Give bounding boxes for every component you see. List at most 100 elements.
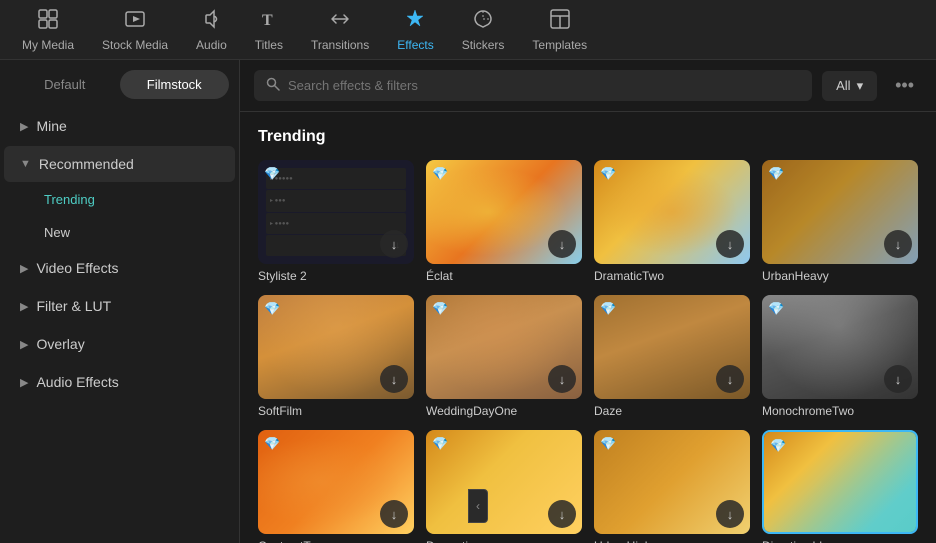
nav-audio-label: Audio xyxy=(196,38,227,52)
nav-stickers[interactable]: Stickers xyxy=(448,0,519,60)
sidebar-sub-trending[interactable]: Trending xyxy=(4,184,235,215)
effect-card-softfilm[interactable]: 💎 ↓ SoftFilm xyxy=(258,295,414,418)
effect-name-contrasttwo: ContrastTwo xyxy=(258,539,414,543)
audio-effects-arrow-icon xyxy=(20,376,28,389)
download-button-styliste2[interactable]: ↓ xyxy=(380,230,408,258)
effect-thumb-urbanhigh: 💎 ↓ xyxy=(594,430,750,534)
sidebar-item-filter-lut-label: Filter & LUT xyxy=(36,298,111,314)
download-button-daze[interactable]: ↓ xyxy=(716,365,744,393)
premium-icon: 💎 xyxy=(768,166,784,182)
effects-grid: ▸ ●●●●● ▸ ●●● ▸ ●●●● ↓ 💎 ↓ Styliste 2 xyxy=(258,160,918,543)
audio-icon xyxy=(200,8,222,34)
effect-card-daze[interactable]: 💎 ↓ Daze xyxy=(594,295,750,418)
nav-transitions[interactable]: Transitions xyxy=(297,0,383,60)
overlay-arrow-icon xyxy=(20,338,28,351)
nav-my-media-label: My Media xyxy=(22,38,74,52)
effect-name-dramatictwo: DramaticTwo xyxy=(594,269,750,283)
sidebar-item-audio-effects[interactable]: Audio Effects xyxy=(4,364,235,400)
filter-lut-arrow-icon xyxy=(20,300,28,313)
download-button-monochromedtwo[interactable]: ↓ xyxy=(884,365,912,393)
premium-icon: 💎 xyxy=(264,436,280,452)
effect-card-eclat[interactable]: 💎 ↓ Éclat xyxy=(426,160,582,283)
sidebar-collapse-button[interactable]: ‹ xyxy=(468,489,488,523)
effect-thumb-directionblur: 💎 xyxy=(762,430,918,534)
nav-effects-label: Effects xyxy=(397,38,433,52)
sidebar-item-video-effects-label: Video Effects xyxy=(36,260,118,276)
effect-card-urbanhigh[interactable]: 💎 ↓ UrbanHigh xyxy=(594,430,750,543)
sidebar-item-video-effects[interactable]: Video Effects xyxy=(4,250,235,286)
content-toolbar: All ▾ ••• xyxy=(240,60,936,112)
sidebar-item-audio-effects-label: Audio Effects xyxy=(36,374,118,390)
section-title: Trending xyxy=(258,128,918,146)
download-button-contrasttwo[interactable]: ↓ xyxy=(380,500,408,528)
effect-name-urbanheavy: UrbanHeavy xyxy=(762,269,918,283)
effect-card-monochromedtwo[interactable]: 💎 ↓ MonochromeTwo xyxy=(762,295,918,418)
filter-label: All xyxy=(836,78,850,93)
nav-titles[interactable]: T Titles xyxy=(241,0,297,60)
tab-default[interactable]: Default xyxy=(10,70,120,99)
effect-card-urbanheavy[interactable]: 💎 ↓ UrbanHeavy xyxy=(762,160,918,283)
more-options-button[interactable]: ••• xyxy=(887,71,922,100)
effect-name-weddingdayone: WeddingDayOne xyxy=(426,404,582,418)
stock-media-icon xyxy=(124,8,146,34)
effect-name-softfilm: SoftFilm xyxy=(258,404,414,418)
nav-transitions-label: Transitions xyxy=(311,38,369,52)
effect-name-urbanhigh: UrbanHigh xyxy=(594,539,750,543)
download-button-urbanhigh[interactable]: ↓ xyxy=(716,500,744,528)
effect-name-directionblur: Direction blur xyxy=(762,539,918,543)
nav-templates[interactable]: Templates xyxy=(518,0,601,60)
filter-chevron-icon: ▾ xyxy=(857,78,864,94)
effect-card-styliste2[interactable]: ▸ ●●●●● ▸ ●●● ▸ ●●●● ↓ 💎 ↓ Styliste 2 xyxy=(258,160,414,283)
sidebar-item-recommended-label: Recommended xyxy=(39,156,134,172)
premium-icon: 💎 xyxy=(600,301,616,317)
sidebar-item-overlay-label: Overlay xyxy=(36,336,84,352)
effect-thumb-contrasttwo: 💎 ↓ xyxy=(258,430,414,534)
premium-icon: 💎 xyxy=(432,166,448,182)
nav-effects[interactable]: Effects xyxy=(383,0,447,60)
effect-card-dramatic[interactable]: 💎 ↓ Dramatic xyxy=(426,430,582,543)
nav-templates-label: Templates xyxy=(532,38,587,52)
effect-thumb-urbanheavy: 💎 ↓ xyxy=(762,160,918,264)
templates-icon xyxy=(549,8,571,34)
effect-thumb-monochromedtwo: 💎 ↓ xyxy=(762,295,918,399)
svg-text:T: T xyxy=(262,12,273,29)
sidebar: Default Filmstock Mine Recommended Trend… xyxy=(0,60,240,543)
premium-icon: 💎 xyxy=(770,438,786,454)
download-button-urbanheavy[interactable]: ↓ xyxy=(884,230,912,258)
effect-card-directionblur[interactable]: 💎 Direction blur xyxy=(762,430,918,543)
nav-titles-label: Titles xyxy=(255,38,283,52)
effect-thumb-dramatictwo: 💎 ↓ xyxy=(594,160,750,264)
filter-button[interactable]: All ▾ xyxy=(822,71,877,101)
premium-icon: 💎 xyxy=(264,166,280,182)
search-input[interactable] xyxy=(288,78,800,93)
nav-my-media[interactable]: My Media xyxy=(8,0,88,60)
effect-card-weddingdayone[interactable]: 💎 ↓ WeddingDayOne xyxy=(426,295,582,418)
nav-audio[interactable]: Audio xyxy=(182,0,241,60)
sidebar-sub-new[interactable]: New xyxy=(4,217,235,248)
sidebar-item-mine[interactable]: Mine xyxy=(4,108,235,144)
my-media-icon xyxy=(37,8,59,34)
effect-card-dramatictwo[interactable]: 💎 ↓ DramaticTwo xyxy=(594,160,750,283)
effect-thumb-weddingdayone: 💎 ↓ xyxy=(426,295,582,399)
tab-filmstock[interactable]: Filmstock xyxy=(120,70,230,99)
top-navigation: My Media Stock Media Audio T Titles xyxy=(0,0,936,60)
effect-thumb-styliste2: ▸ ●●●●● ▸ ●●● ▸ ●●●● ↓ 💎 ↓ xyxy=(258,160,414,264)
download-button-softfilm[interactable]: ↓ xyxy=(380,365,408,393)
mine-arrow-icon xyxy=(20,120,28,133)
sidebar-item-overlay[interactable]: Overlay xyxy=(4,326,235,362)
download-button-eclat[interactable]: ↓ xyxy=(548,230,576,258)
premium-icon: 💎 xyxy=(600,436,616,452)
effects-content: All ▾ ••• Trending ▸ ●●●●● ▸ ●●● ▸ ●●●● xyxy=(240,60,936,543)
search-icon xyxy=(266,77,280,94)
download-button-dramatic[interactable]: ↓ xyxy=(548,500,576,528)
nav-stock-media[interactable]: Stock Media xyxy=(88,0,182,60)
video-effects-arrow-icon xyxy=(20,262,28,275)
download-button-weddingdayone[interactable]: ↓ xyxy=(548,365,576,393)
effects-scroll-area[interactable]: Trending ▸ ●●●●● ▸ ●●● ▸ ●●●● ↓ 💎 xyxy=(240,112,936,543)
sidebar-item-filter-lut[interactable]: Filter & LUT xyxy=(4,288,235,324)
effect-card-contrasttwo[interactable]: 💎 ↓ ContrastTwo xyxy=(258,430,414,543)
sidebar-item-recommended[interactable]: Recommended xyxy=(4,146,235,182)
premium-icon: 💎 xyxy=(768,301,784,317)
download-button-dramatictwo[interactable]: ↓ xyxy=(716,230,744,258)
premium-icon: 💎 xyxy=(432,301,448,317)
